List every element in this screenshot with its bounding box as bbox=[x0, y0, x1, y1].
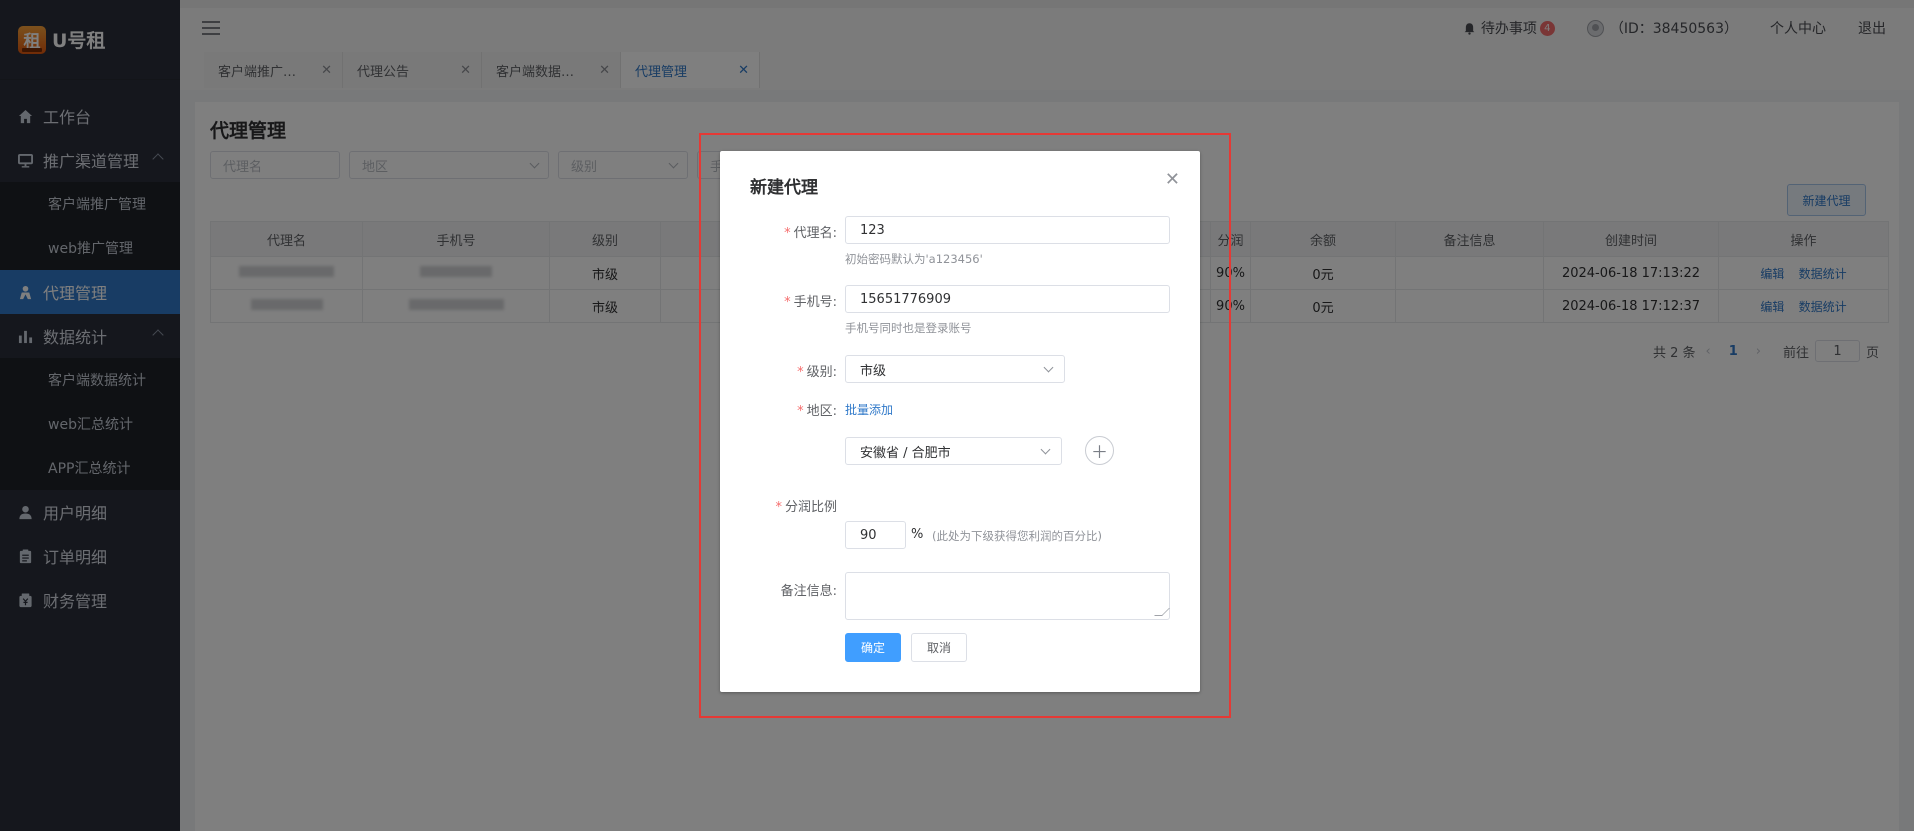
share-ratio-label: * 分润比例 bbox=[720, 496, 837, 515]
chevron-down-icon bbox=[1040, 444, 1051, 455]
level-label: * 级别: bbox=[720, 361, 837, 380]
agent-name-hint: 初始密码默认为'a123456' bbox=[845, 252, 983, 266]
required-mark: * bbox=[784, 295, 791, 310]
new-agent-dialog: 新建代理 ✕ * 代理名: 123 初始密码默认为'a123456' * 手机号: … bbox=[720, 151, 1200, 692]
region-cascader[interactable]: 安徽省 / 合肥市 bbox=[845, 437, 1062, 465]
share-ratio-label-text: 分润比例 bbox=[784, 500, 837, 515]
agent-name-input[interactable]: 123 bbox=[845, 216, 1170, 244]
dialog-title: 新建代理 bbox=[750, 178, 818, 198]
percent-unit: % bbox=[911, 527, 924, 542]
phone-hint: 手机号同时也是登录账号 bbox=[845, 321, 972, 335]
add-region-button[interactable]: ＋ bbox=[1085, 436, 1114, 465]
required-mark: * bbox=[784, 226, 791, 241]
level-label-text: 级别: bbox=[806, 365, 837, 380]
phone-label: * 手机号: bbox=[720, 291, 837, 310]
cancel-button[interactable]: 取消 bbox=[911, 633, 967, 662]
agent-name-label-text: 代理名: bbox=[793, 226, 837, 241]
remark-textarea[interactable] bbox=[845, 572, 1170, 620]
level-select[interactable]: 市级 bbox=[845, 355, 1065, 383]
required-mark: * bbox=[797, 404, 804, 419]
share-ratio-note: (此处为下级获得您利润的百分比) bbox=[932, 529, 1102, 543]
share-ratio-input[interactable]: 90 bbox=[845, 521, 906, 549]
chevron-down-icon bbox=[1043, 362, 1054, 373]
required-mark: * bbox=[775, 500, 782, 515]
close-icon[interactable]: ✕ bbox=[1165, 169, 1180, 190]
phone-input[interactable]: 15651776909 bbox=[845, 285, 1170, 313]
confirm-button[interactable]: 确定 bbox=[845, 633, 901, 662]
agent-name-label: * 代理名: bbox=[720, 222, 837, 241]
region-label: * 地区: bbox=[720, 400, 837, 419]
level-select-value: 市级 bbox=[860, 363, 887, 379]
remark-label: 备注信息: bbox=[780, 584, 837, 599]
batch-add-link[interactable]: 批量添加 bbox=[845, 401, 893, 418]
region-label-text: 地区: bbox=[806, 404, 837, 419]
phone-label-text: 手机号: bbox=[793, 295, 837, 310]
required-mark: * bbox=[797, 365, 804, 380]
region-cascader-value: 安徽省 / 合肥市 bbox=[860, 445, 951, 461]
